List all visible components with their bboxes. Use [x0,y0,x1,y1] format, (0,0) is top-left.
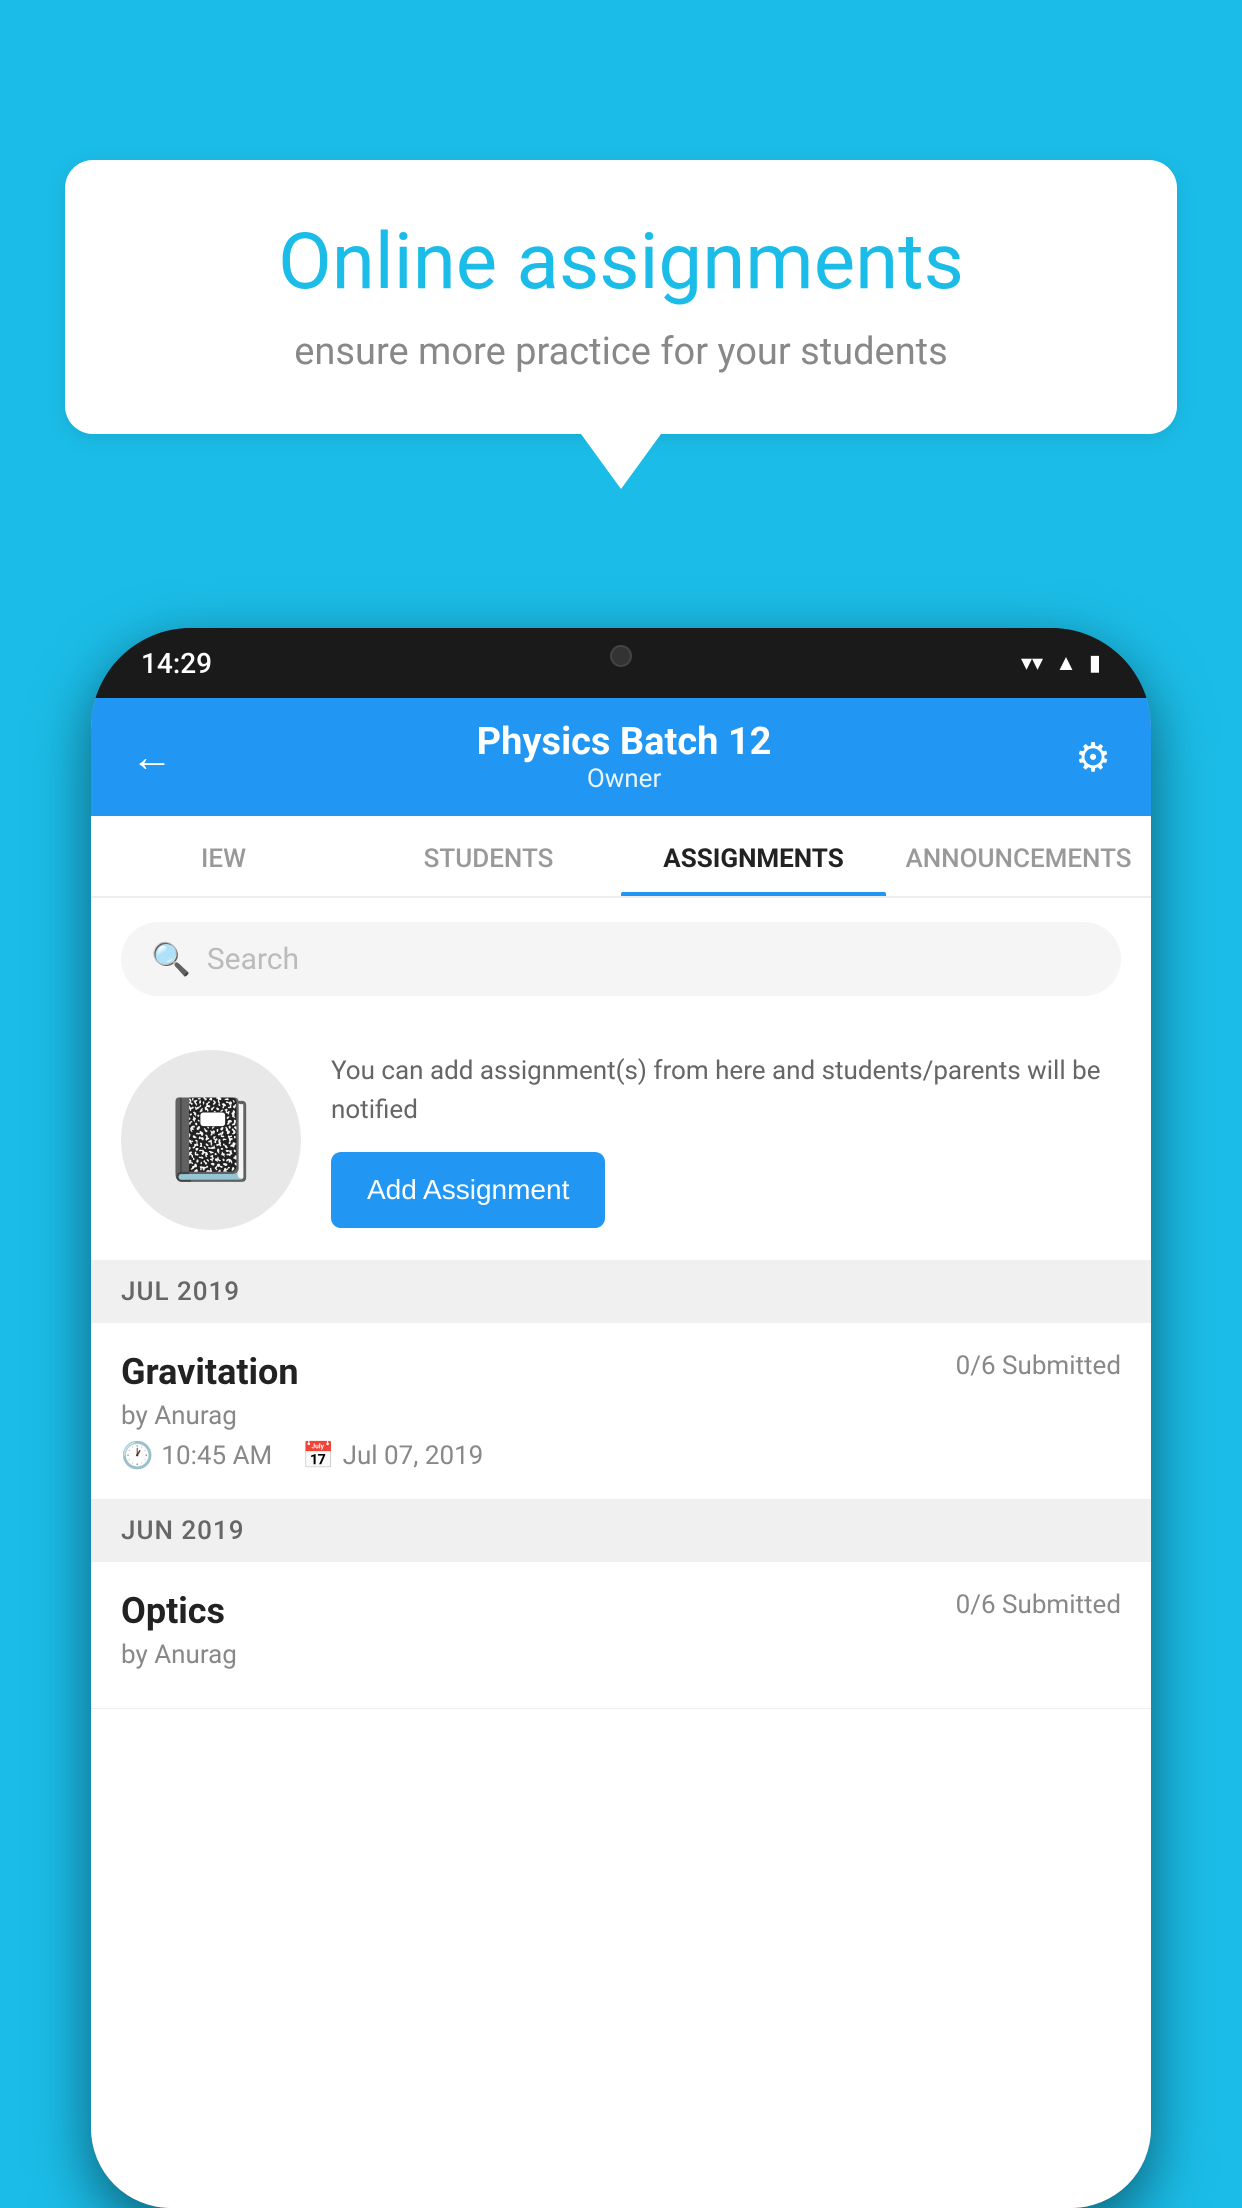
status-icons: ▾▾ ▲ ▮ [1021,650,1101,676]
assignment-title: Optics [121,1590,225,1632]
batch-title: Physics Batch 12 [477,720,772,764]
notebook-icon: 📓 [161,1093,261,1187]
search-placeholder: Search [207,942,299,977]
section-header-jun: JUN 2019 [91,1500,1151,1562]
assignment-by: by Anurag [121,1401,1121,1431]
bubble-title: Online assignments [135,220,1107,306]
clock-icon: 🕐 [121,1441,153,1471]
camera [610,645,632,667]
status-bar: 14:29 ▾▾ ▲ ▮ [91,628,1151,698]
assignment-time: 🕐 10:45 AM [121,1441,272,1471]
assignment-meta: 🕐 10:45 AM 📅 Jul 07, 2019 [121,1441,1121,1471]
header-center: Physics Batch 12 Owner [477,720,772,794]
calendar-icon: 📅 [302,1441,334,1471]
tab-students[interactable]: STUDENTS [356,816,621,896]
assignment-submitted: 0/6 Submitted [956,1590,1121,1620]
back-button[interactable]: ← [131,733,173,782]
tabs-bar: IEW STUDENTS ASSIGNMENTS ANNOUNCEMENTS [91,816,1151,898]
search-icon: 🔍 [151,940,191,978]
batch-role: Owner [477,764,772,794]
assignment-submitted: 0/6 Submitted [956,1351,1121,1381]
promo-description: You can add assignment(s) from here and … [331,1052,1121,1130]
promo-text: You can add assignment(s) from here and … [331,1052,1121,1228]
assignment-by: by Anurag [121,1640,1121,1670]
settings-icon[interactable]: ⚙ [1075,734,1111,781]
phone-frame: 14:29 ▾▾ ▲ ▮ ← Physics Batch 12 Owner ⚙ … [91,628,1151,2208]
status-time: 14:29 [141,647,212,680]
tab-overview[interactable]: IEW [91,816,356,896]
time-value: 10:45 AM [161,1441,272,1471]
phone-screen: ← Physics Batch 12 Owner ⚙ IEW STUDENTS … [91,698,1151,2208]
bubble-arrow [581,434,661,489]
add-assignment-button[interactable]: Add Assignment [331,1152,605,1228]
promo-icon-circle: 📓 [121,1050,301,1230]
section-header-jul: JUL 2019 [91,1261,1151,1323]
assignment-date: 📅 Jul 07, 2019 [302,1441,483,1471]
speech-bubble-card: Online assignments ensure more practice … [65,160,1177,434]
tab-assignments[interactable]: ASSIGNMENTS [621,816,886,896]
app-header: ← Physics Batch 12 Owner ⚙ [91,698,1151,816]
search-bar[interactable]: 🔍 Search [121,922,1121,996]
date-value: Jul 07, 2019 [343,1441,484,1471]
list-item[interactable]: Optics 0/6 Submitted by Anurag [91,1562,1151,1709]
assignment-row: Gravitation 0/6 Submitted [121,1351,1121,1393]
content-area: 🔍 Search 📓 You can add assignment(s) fro… [91,898,1151,2208]
assignment-title: Gravitation [121,1351,299,1393]
battery-icon: ▮ [1089,651,1101,676]
list-item[interactable]: Gravitation 0/6 Submitted by Anurag 🕐 10… [91,1323,1151,1500]
phone-notch [531,628,711,683]
signal-icon: ▲ [1055,650,1077,676]
promo-bubble: Online assignments ensure more practice … [65,160,1177,489]
assignment-row: Optics 0/6 Submitted [121,1590,1121,1632]
tab-announcements[interactable]: ANNOUNCEMENTS [886,816,1151,896]
bubble-subtitle: ensure more practice for your students [135,330,1107,374]
promo-section: 📓 You can add assignment(s) from here an… [91,1020,1151,1261]
wifi-icon: ▾▾ [1021,651,1043,676]
